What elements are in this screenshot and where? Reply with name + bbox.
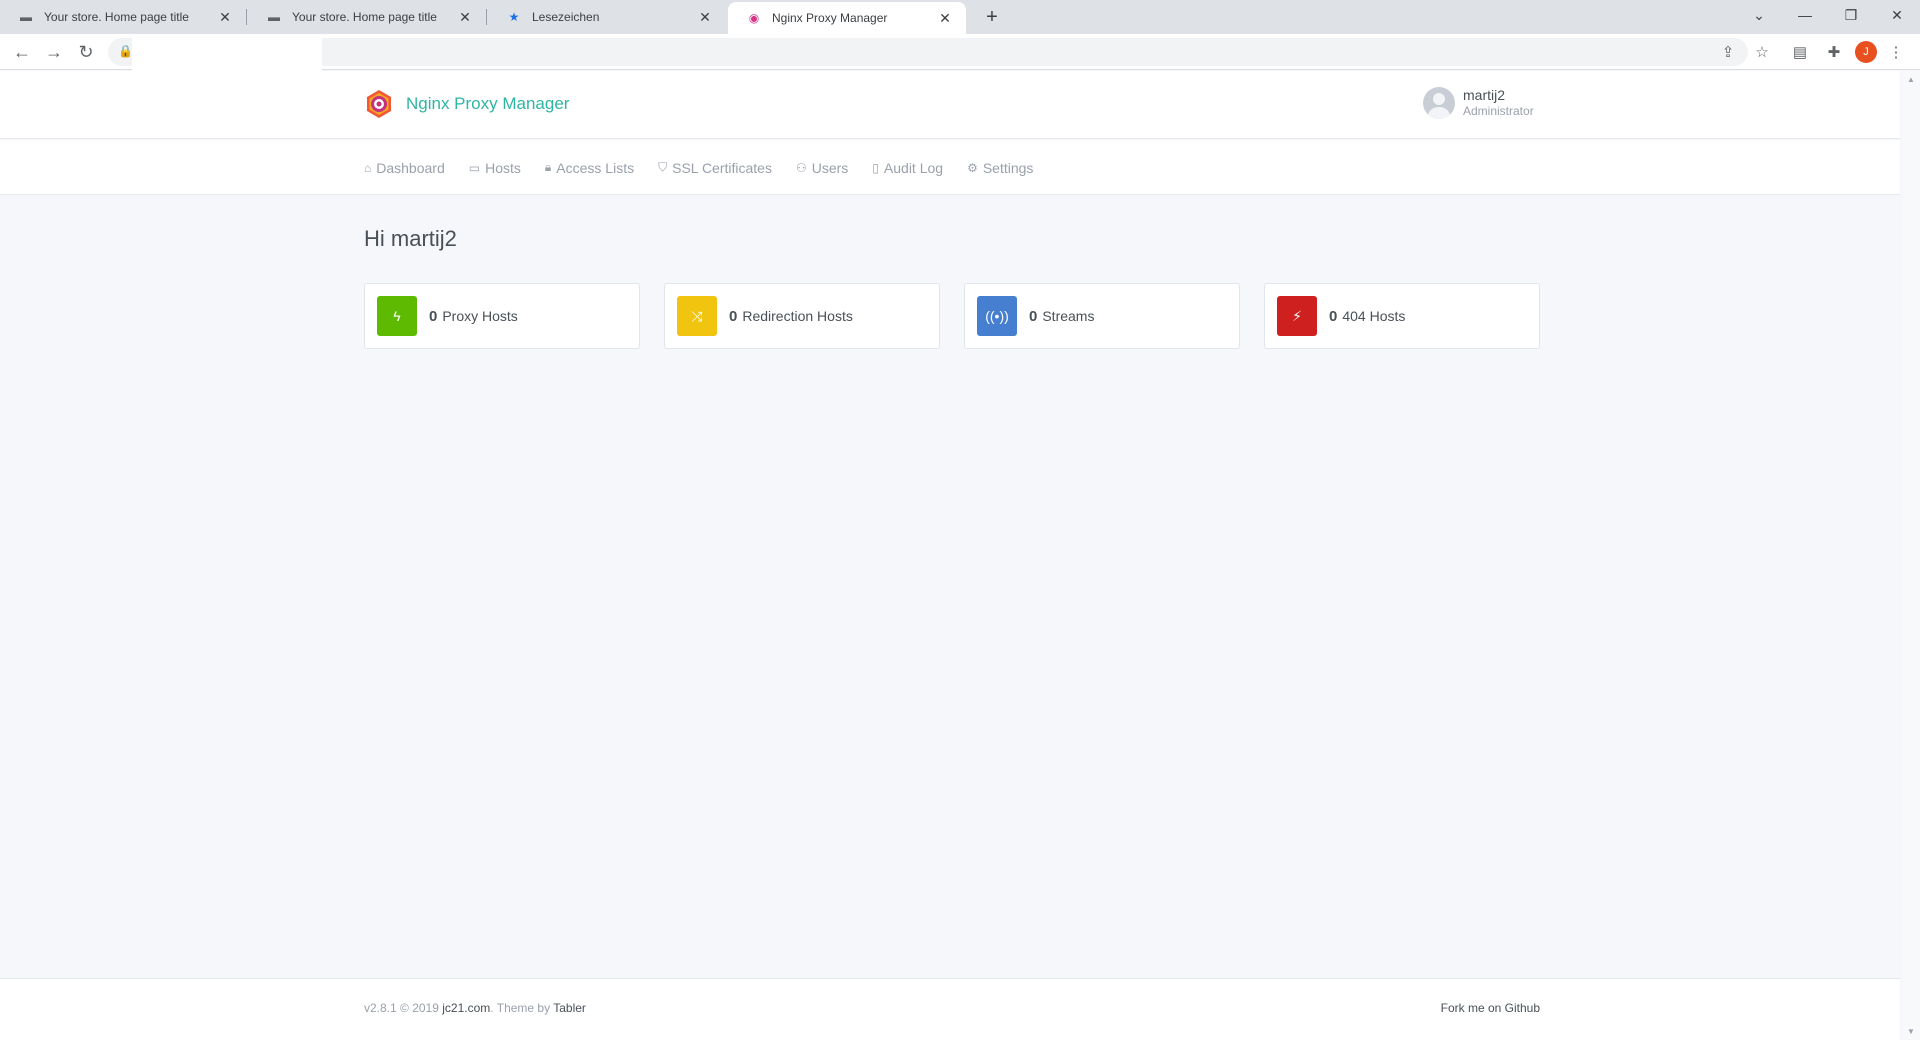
browser-tab[interactable]: ★ Lesezeichen ✕ [488, 0, 726, 34]
browser-tab[interactable]: ▬ Your store. Home page title ✕ [248, 0, 486, 34]
nav-label: SSL Certificates [672, 159, 772, 176]
book-icon: ▯ [872, 160, 879, 175]
tab-divider [246, 9, 247, 25]
more-menu-icon[interactable]: ⋮ [1884, 40, 1908, 64]
share-icon[interactable]: ⇪ [1716, 40, 1740, 64]
shield-icon: ⛉ [658, 160, 668, 174]
npm-logo-icon: ◉ [748, 11, 760, 25]
close-tab-icon[interactable]: ✕ [216, 8, 234, 26]
tab-title: Nginx Proxy Manager [772, 11, 888, 25]
reload-icon[interactable]: ↻ [72, 38, 100, 66]
profile-avatar[interactable]: J [1855, 41, 1877, 63]
close-window-icon[interactable]: ✕ [1874, 0, 1920, 30]
restore-icon[interactable]: ❐ [1828, 0, 1874, 30]
reading-list-icon[interactable]: ▤ [1788, 40, 1812, 64]
zap-off-icon: ⚡︎ [1277, 296, 1317, 336]
user-name: martij2 [1463, 87, 1506, 103]
stat-count: 0 [729, 307, 738, 325]
page-title: Hi martij2 [364, 226, 457, 251]
nav-label: Access Lists [556, 159, 635, 176]
shuffle-icon: ⤨ [677, 296, 717, 336]
version-text: v2.8.1 © 2019 [364, 1001, 439, 1015]
theme-by-text: . Theme by [490, 1001, 551, 1015]
browser-tab[interactable]: ▬ Your store. Home page title ✕ [0, 0, 246, 34]
browser-toolbar: ← → ↻ 🔒 ⇪ ☆ ▤ ✚ ⋮ [0, 34, 1920, 76]
minimize-icon[interactable]: — [1782, 0, 1828, 30]
close-tab-icon[interactable]: ✕ [696, 8, 714, 26]
nav-dashboard[interactable]: ⌂ Dashboard [364, 160, 445, 176]
tab-search-icon[interactable]: ⌄ [1736, 0, 1782, 30]
stat-count: 0 [1329, 307, 1338, 325]
close-tab-icon[interactable]: ✕ [456, 8, 474, 26]
github-link[interactable]: Fork me on Github [1441, 1001, 1540, 1015]
footer: v2.8.1 © 2019 jc21.com. Theme by Tabler … [0, 978, 1900, 1040]
store-favicon-icon: ▬ [20, 10, 32, 24]
footer-credits: v2.8.1 © 2019 jc21.com. Theme by Tabler [364, 1001, 586, 1015]
address-bar[interactable]: 🔒 [108, 38, 1748, 76]
browser-tab-active[interactable]: ◉ Nginx Proxy Manager ✕ [728, 2, 966, 34]
author-link[interactable]: jc21.com [442, 1001, 490, 1015]
nav-ssl-certificates[interactable]: ⛉ SSL Certificates [658, 160, 772, 176]
nav-settings[interactable]: ⚙ Settings [967, 160, 1033, 176]
nav-label: Audit Log [883, 159, 944, 176]
stat-label: Streams [1042, 308, 1095, 324]
nav-label: Hosts [485, 159, 521, 176]
npm-logo-icon [367, 90, 391, 118]
stat-count: 0 [429, 307, 438, 325]
gear-icon: ⚙ [967, 160, 978, 175]
nav-audit-log[interactable]: ▯ Audit Log [872, 160, 943, 176]
users-icon: ⚇ [795, 160, 807, 175]
scroll-up-icon[interactable]: ▲ [1907, 75, 1915, 84]
lock-icon: 🔒︎ [544, 160, 552, 174]
tab-title: Your store. Home page title [292, 10, 437, 24]
forward-icon[interactable]: → [40, 38, 68, 66]
user-menu[interactable]: martij2 Administrator [1423, 87, 1534, 119]
stat-card-redirection-hosts[interactable]: ⤨ 0 Redirection Hosts [664, 283, 940, 349]
new-tab-button[interactable]: + [978, 5, 1006, 29]
scrollbar[interactable]: ▲ ▼ [1903, 71, 1920, 1040]
stat-label: 404 Hosts [1342, 308, 1406, 324]
stat-card-proxy-hosts[interactable]: ϟ 0 Proxy Hosts [364, 283, 640, 349]
star-icon: ★ [508, 10, 520, 24]
theme-link[interactable]: Tabler [553, 1001, 586, 1015]
browser-tab-bar: ▬ Your store. Home page title ✕ ▬ Your s… [0, 0, 1920, 34]
nav-access-lists[interactable]: 🔒︎ Access Lists [545, 160, 634, 176]
extensions-icon[interactable]: ✚ [1822, 40, 1846, 64]
nav-label: Dashboard [376, 159, 445, 176]
monitor-icon: ▭ [468, 160, 481, 175]
scroll-down-icon[interactable]: ▼ [1907, 1027, 1915, 1036]
zap-icon: ϟ [377, 296, 417, 336]
user-role: Administrator [1463, 104, 1534, 118]
tab-divider [486, 9, 487, 25]
tab-title: Lesezeichen [532, 10, 600, 24]
nav-label: Settings [982, 159, 1034, 176]
radio-icon: ((•)) [977, 296, 1017, 336]
nav-label: Users [811, 159, 849, 176]
avatar [1423, 87, 1455, 119]
home-icon: ⌂ [364, 160, 372, 175]
stat-count: 0 [1029, 307, 1038, 325]
nav-users[interactable]: ⚇ Users [796, 160, 848, 176]
app-header: Nginx Proxy Manager martij2 Administrato… [0, 71, 1900, 139]
brand[interactable]: Nginx Proxy Manager [364, 89, 569, 119]
stat-card-404-hosts[interactable]: ⚡︎ 0 404 Hosts [1264, 283, 1540, 349]
stat-label: Proxy Hosts [442, 308, 518, 324]
back-icon[interactable]: ← [8, 38, 36, 66]
store-favicon-icon: ▬ [268, 10, 280, 24]
stat-card-streams[interactable]: ((•)) 0 Streams [964, 283, 1240, 349]
bookmark-star-icon[interactable]: ☆ [1750, 40, 1774, 64]
brand-name: Nginx Proxy Manager [406, 94, 570, 113]
main-nav: ⌂ Dashboard ▭ Hosts 🔒︎ Access Lists ⛉ SS… [0, 140, 1900, 195]
tab-title: Your store. Home page title [44, 10, 189, 24]
stat-label: Redirection Hosts [742, 308, 853, 324]
close-tab-icon[interactable]: ✕ [936, 9, 954, 27]
nav-hosts[interactable]: ▭ Hosts [469, 160, 521, 176]
